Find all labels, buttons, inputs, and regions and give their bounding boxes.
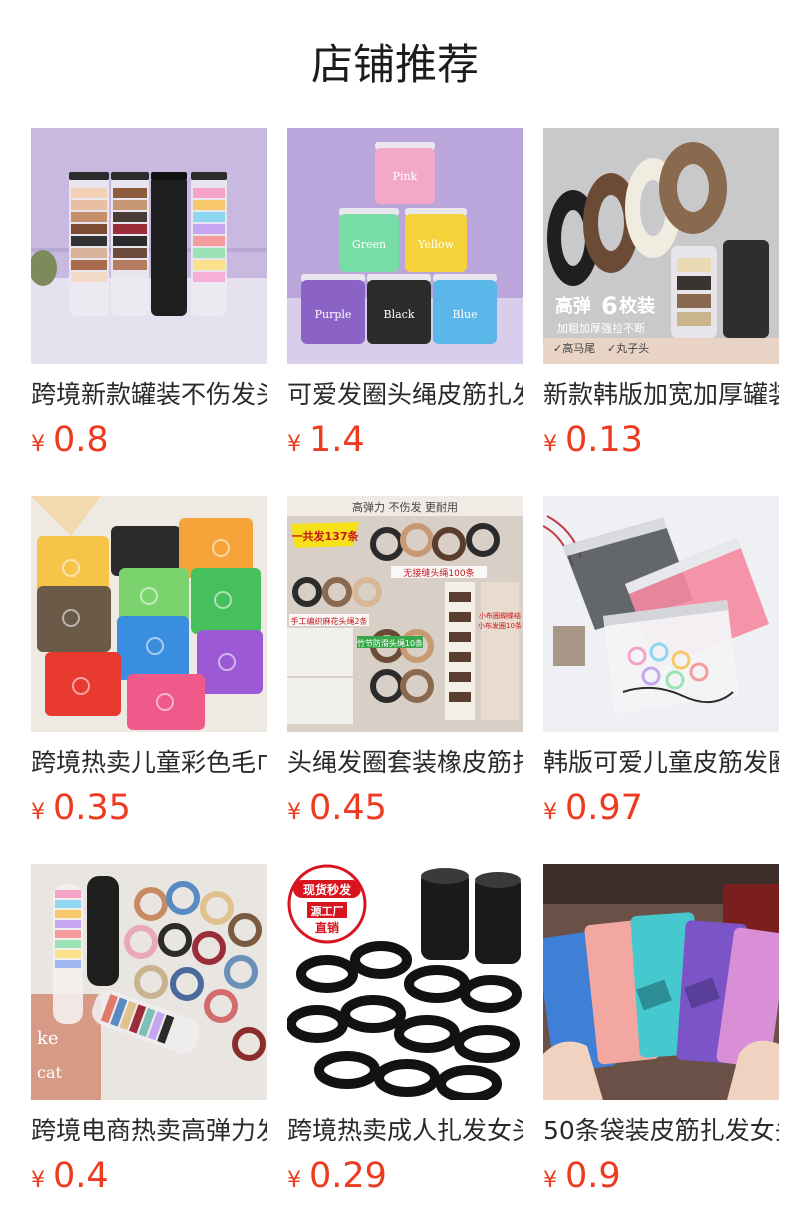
product-name[interactable]: 头绳发圈套装橡皮筋扎发 (287, 746, 523, 780)
promo-text: 加粗加厚强拉不断 (557, 321, 645, 335)
currency-symbol: ¥ (543, 1168, 557, 1193)
product-price: ¥0.35 (31, 786, 267, 830)
product-name[interactable]: 跨境热卖成人扎发女头绳 (287, 1114, 523, 1148)
jar-label-pink: Pink (393, 170, 418, 183)
jar-label-yellow: Yellow (417, 238, 454, 251)
currency-symbol: ¥ (543, 432, 557, 457)
promo-text: 源工厂 (311, 904, 344, 918)
currency-symbol: ¥ (31, 800, 45, 825)
price-value: 0.8 (53, 420, 109, 460)
product-card[interactable]: 韩版可爱儿童皮筋发圈 ¥0.97 (543, 496, 779, 864)
hair-tie-jars-image[interactable]: Pink Green Yellow Purple Black Blue (287, 128, 523, 364)
product-name[interactable]: 可爱发圈头绳皮筋扎发 (287, 378, 523, 412)
kids-color-ties-image[interactable] (31, 496, 267, 732)
promo-number: 6 (601, 292, 618, 320)
colorful-ties-cat-image[interactable]: ke cat (31, 864, 267, 1100)
currency-symbol: ¥ (287, 432, 301, 457)
product-card[interactable]: 高弹力 不伤发 更耐用 一共发137条 无接缝头绳100条 手工编织麻花头绳2条… (287, 496, 523, 864)
black-ties-image[interactable]: 现货秒发 源工厂 直销 (287, 864, 523, 1100)
product-price: ¥0.45 (287, 786, 523, 830)
product-name[interactable]: 跨境新款罐装不伤发头绳 (31, 378, 267, 412)
product-card[interactable]: 跨境新款罐装不伤发头绳 ¥0.8 (31, 128, 267, 496)
promo-text: 手工编织麻花头绳2条 (290, 616, 367, 626)
jar-label-green: Green (352, 238, 386, 251)
promo-text: ✓高马尾 (553, 341, 595, 355)
promo-text: 高弹 (555, 295, 591, 317)
promo-text: ✓丸子头 (607, 342, 649, 355)
thick-scrunchie-image[interactable]: 高弹 6 枚装 加粗加厚强拉不断 ✓高马尾 ✓丸子头 (543, 128, 779, 364)
price-value: 0.35 (53, 788, 131, 828)
currency-symbol: ¥ (287, 1168, 301, 1193)
promo-text: 一共发137条 (292, 529, 360, 543)
currency-symbol: ¥ (31, 1168, 45, 1193)
product-name[interactable]: 新款韩版加宽加厚罐装发圈 (543, 378, 779, 412)
hair-tie-set-image[interactable]: 高弹力 不伤发 更耐用 一共发137条 无接缝头绳100条 手工编织麻花头绳2条… (287, 496, 523, 732)
promo-text: 小布圈蝴蝶结 (479, 611, 521, 620)
product-name[interactable]: 韩版可爱儿童皮筋发圈 (543, 746, 779, 780)
ziplock-bag-ties-image[interactable] (543, 496, 779, 732)
product-grid: 跨境新款罐装不伤发头绳 ¥0.8 Pink Green (31, 128, 779, 1232)
product-price: ¥0.13 (543, 418, 779, 462)
promo-text: 枚装 (619, 295, 655, 317)
price-value: 1.4 (309, 420, 365, 460)
product-price: ¥0.97 (543, 786, 779, 830)
jar-label-black: Black (384, 308, 415, 321)
product-price: ¥1.4 (287, 418, 523, 462)
jar-label-purple: Purple (315, 308, 352, 321)
product-card[interactable]: 高弹 6 枚装 加粗加厚强拉不断 ✓高马尾 ✓丸子头 新款韩版加宽加厚罐装发圈 … (543, 128, 779, 496)
price-value: 0.45 (309, 788, 387, 828)
price-value: 0.4 (53, 1156, 109, 1196)
price-value: 0.9 (565, 1156, 621, 1196)
promo-text: 高弹力 不伤发 更耐用 (352, 500, 458, 514)
promo-text: 小布发圈10条 (478, 621, 522, 630)
price-value: 0.97 (565, 788, 643, 828)
currency-symbol: ¥ (287, 800, 301, 825)
product-card[interactable]: ke cat 跨境电商热卖高弹力 ¥ 0.4 (31, 864, 267, 1232)
promo-text: 竹节防滑头绳10条 (357, 638, 423, 648)
promo-text: 无接缝头绳100条 (403, 567, 474, 579)
product-card[interactable]: 50条袋装皮筋扎发女头绳 ¥0.9 (543, 864, 779, 1232)
product-card[interactable]: Pink Green Yellow Purple Black Blue 可爱发圈… (287, 128, 523, 496)
product-name[interactable]: 50条袋装皮筋扎发女头绳 (543, 1114, 779, 1148)
svg-text:ke: ke (37, 1028, 59, 1049)
svg-text:cat: cat (37, 1063, 63, 1082)
product-price: ¥0.29 (287, 1154, 523, 1198)
currency-symbol: ¥ (543, 800, 557, 825)
product-price: ¥0.8 (31, 418, 267, 462)
product-name[interactable]: 跨境热卖儿童彩色毛巾圈 (31, 746, 267, 780)
bagged-ties-image[interactable] (543, 864, 779, 1100)
hair-tie-tubes-image[interactable] (31, 128, 267, 364)
product-card[interactable]: 现货秒发 源工厂 直销 跨境热卖成人扎发女头绳 ¥0.29 (287, 864, 523, 1232)
store-recommendations-page: 店铺推荐 跨境新款罐装不伤发 ¥ 0.8 Pink Green Yellow P… (0, 0, 790, 1232)
product-price: ¥0.4 (31, 1154, 267, 1198)
price-value: 0.13 (565, 420, 643, 460)
jar-label-blue: Blue (452, 308, 477, 321)
product-card[interactable]: 跨境热卖儿童彩色毛巾圈 ¥0.35 (31, 496, 267, 864)
promo-text: 现货秒发 (303, 882, 352, 897)
promo-text: 直销 (315, 920, 339, 935)
price-value: 0.29 (309, 1156, 387, 1196)
currency-symbol: ¥ (31, 432, 45, 457)
product-name[interactable]: 跨境电商热卖高弹力发圈 (31, 1114, 267, 1148)
product-price: ¥0.9 (543, 1154, 779, 1198)
section-title: 店铺推荐 (310, 40, 479, 89)
